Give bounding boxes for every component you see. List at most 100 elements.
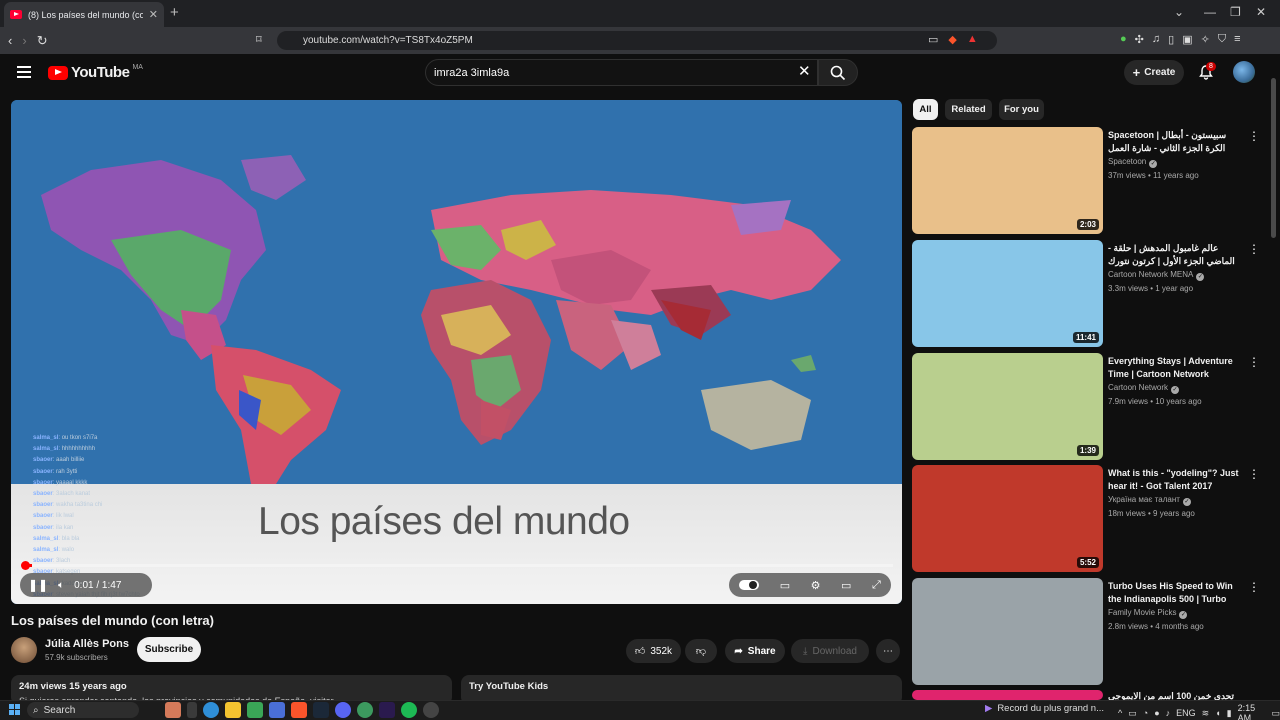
video-player[interactable]: Los países del mundo salma_sl: ou tkon s…: [11, 100, 902, 604]
channel-avatar[interactable]: [11, 637, 37, 663]
minimize-icon[interactable]: —: [1204, 5, 1216, 19]
card-menu-icon[interactable]: ⋮: [1248, 242, 1260, 256]
search-button[interactable]: [818, 59, 858, 86]
browser-tab[interactable]: (8) Los países del mundo (co ✕: [4, 2, 164, 27]
sidebar-icon[interactable]: ▯: [1168, 33, 1174, 46]
like-button[interactable]: 👍︎ 352k: [626, 639, 681, 663]
tab-list-chevron-icon[interactable]: ⌄: [1174, 5, 1184, 19]
download-button[interactable]: ⤓ Download: [791, 639, 869, 663]
scrollbar-thumb[interactable]: [1271, 78, 1276, 238]
volume-icon[interactable]: 🔈︎: [58, 580, 64, 591]
progress-bar[interactable]: [23, 564, 893, 567]
wifi-icon[interactable]: ◔: [1143, 708, 1148, 718]
card-channel[interactable]: Cartoon Network ✓: [1108, 383, 1180, 394]
task-view-icon[interactable]: [187, 702, 197, 718]
autoplay-toggle[interactable]: [739, 580, 760, 590]
dislike-button[interactable]: 👎︎: [685, 639, 717, 663]
clear-search-icon[interactable]: ✕: [798, 62, 811, 80]
language-indicator[interactable]: ENG: [1176, 708, 1196, 718]
recommended-video-card[interactable]: 1:39 Everything Stays | Adventure Time | …: [912, 353, 1262, 461]
tray-chevron-icon[interactable]: ^: [1118, 708, 1122, 718]
vpn-icon[interactable]: ⛉: [1218, 33, 1226, 46]
video-thumbnail[interactable]: [912, 578, 1103, 685]
cast-icon[interactable]: ▭: [928, 33, 938, 46]
close-window-icon[interactable]: ✕: [1256, 5, 1266, 19]
mic-icon[interactable]: ●: [1154, 708, 1159, 718]
widgets-icon[interactable]: [165, 702, 181, 718]
subtitles-icon[interactable]: ▭: [780, 579, 790, 592]
video-thumbnail[interactable]: 1:39: [912, 353, 1103, 460]
bookmark-icon[interactable]: ⌑: [256, 33, 262, 46]
reload-icon[interactable]: ↻: [37, 33, 48, 49]
back-icon[interactable]: ‹: [8, 33, 12, 49]
battery-icon[interactable]: ▮: [1227, 708, 1232, 719]
pause-icon[interactable]: ❚❚: [28, 578, 48, 592]
windows-start-icon[interactable]: [9, 704, 20, 715]
store-icon[interactable]: [269, 702, 285, 718]
video-thumbnail[interactable]: 2:03: [912, 127, 1103, 234]
recommended-video-card[interactable]: 2:03 Spacetoon | سبيستون - أبطال الكرة ال…: [912, 127, 1262, 235]
settings-gear-icon[interactable]: ⚙: [811, 579, 821, 592]
recommended-video-card[interactable]: تحدي خمن 100 اسم من الايموجي: [912, 690, 1262, 701]
now-playing-widget[interactable]: ▶ Record du plus grand n...: [985, 703, 1104, 714]
edge-icon[interactable]: [203, 702, 219, 718]
progress-scrubber[interactable]: [21, 561, 30, 570]
search-input[interactable]: imra2a 3imla9a: [425, 59, 818, 86]
subscribe-button[interactable]: Subscribe: [137, 637, 201, 662]
card-menu-icon[interactable]: ⋮: [1248, 580, 1260, 594]
leo-icon[interactable]: ✧: [1201, 33, 1210, 46]
recommended-video-card[interactable]: 5:52 What is this - "yodeling"? Just hear…: [912, 465, 1262, 573]
wifi-signal-icon[interactable]: ≋: [1202, 708, 1210, 719]
video-thumbnail[interactable]: [912, 690, 1103, 700]
music-icon[interactable]: ♫: [1152, 33, 1160, 46]
discord-icon[interactable]: [335, 702, 351, 718]
chip-for-you[interactable]: For you: [999, 99, 1044, 120]
chip-related[interactable]: Related: [945, 99, 992, 120]
clock-app-icon[interactable]: [423, 702, 439, 718]
card-title[interactable]: What is this - "yodeling"? Just hear it!…: [1108, 467, 1248, 492]
chrome-icon[interactable]: [357, 702, 373, 718]
brave-icon[interactable]: [291, 702, 307, 718]
card-title[interactable]: Turbo Uses His Speed to Win the Indianap…: [1108, 580, 1248, 605]
steam-icon[interactable]: [313, 702, 329, 718]
card-channel[interactable]: Cartoon Network MENA ✓: [1108, 270, 1205, 281]
card-menu-icon[interactable]: ⋮: [1248, 129, 1260, 143]
account-avatar[interactable]: [1233, 61, 1255, 83]
brave-shield-icon[interactable]: ◆: [948, 33, 956, 46]
chip-all[interactable]: All: [913, 99, 938, 120]
share-button[interactable]: ➦ Share: [725, 639, 785, 663]
card-title[interactable]: Everything Stays | Adventure Time | Cart…: [1108, 355, 1248, 380]
extension-icon[interactable]: ●: [1120, 33, 1127, 46]
notification-center-icon[interactable]: ▭: [1271, 708, 1280, 719]
recommended-video-card[interactable]: Turbo Uses His Speed to Win the Indianap…: [912, 578, 1262, 686]
forward-icon[interactable]: ›: [22, 33, 26, 49]
new-tab-button[interactable]: +: [170, 4, 179, 21]
brave-rewards-icon[interactable]: ▲: [967, 33, 978, 46]
sheets-icon[interactable]: [247, 702, 263, 718]
more-actions-icon[interactable]: ⋯: [876, 639, 900, 663]
theater-mode-icon[interactable]: ▭: [841, 579, 851, 592]
display-icon[interactable]: ▭: [1128, 708, 1137, 719]
tab-close-icon[interactable]: ✕: [149, 8, 158, 21]
create-button[interactable]: + Create: [1124, 60, 1184, 85]
card-menu-icon[interactable]: ⋮: [1248, 355, 1260, 369]
recommended-video-card[interactable]: 11:41 عالم غامبول المدهش | حلقة - الماضي …: [912, 240, 1262, 348]
premiere-icon[interactable]: [379, 702, 395, 718]
restore-icon[interactable]: ❐: [1230, 5, 1241, 19]
spotify-icon[interactable]: [401, 702, 417, 718]
hamburger-menu-icon[interactable]: [17, 66, 31, 78]
speaker-icon[interactable]: ♪: [1166, 708, 1171, 718]
video-thumbnail[interactable]: 11:41: [912, 240, 1103, 347]
address-bar[interactable]: youtube.com/watch?v=TS8Tx4oZ5PM: [277, 31, 997, 50]
card-title[interactable]: عالم غامبول المدهش | حلقة - الماضي الجزء…: [1108, 242, 1248, 267]
card-channel[interactable]: Україна має талант ✓: [1108, 495, 1191, 506]
clock[interactable]: 2:15 AM: [1238, 703, 1266, 720]
card-title[interactable]: Spacetoon | سبيستون - أبطال الكرة الجزء …: [1108, 129, 1248, 154]
wallet-icon[interactable]: ▣: [1182, 33, 1192, 46]
channel-name[interactable]: Júlia Allès Pons: [45, 638, 129, 650]
video-thumbnail[interactable]: 5:52: [912, 465, 1103, 572]
menu-icon[interactable]: ≡: [1234, 33, 1240, 46]
file-explorer-icon[interactable]: [225, 702, 241, 718]
volume-tray-icon[interactable]: ◖: [1215, 708, 1220, 718]
card-menu-icon[interactable]: ⋮: [1248, 467, 1260, 481]
